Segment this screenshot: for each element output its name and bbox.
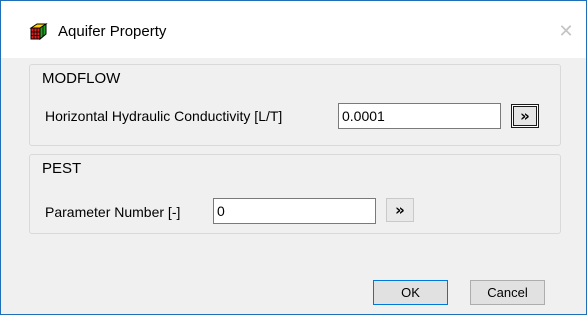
modflow-group-title: MODFLOW <box>42 70 121 88</box>
conductivity-expand-button[interactable]: » <box>511 104 539 128</box>
modflow-group: MODFLOW Horizontal Hydraulic Conductivit… <box>29 64 561 146</box>
close-button[interactable]: ✕ <box>546 11 586 51</box>
dialog-title: Aquifer Property <box>58 23 167 40</box>
horizontal-hydraulic-conductivity-label: Horizontal Hydraulic Conductivity [L/T] <box>45 108 283 124</box>
title-bar[interactable]: Aquifer Property ✕ <box>1 1 586 58</box>
pest-group-title: PEST <box>42 160 82 178</box>
colored-cube-icon <box>29 23 48 41</box>
double-chevron-right-icon: » <box>520 107 530 125</box>
ok-button[interactable]: OK <box>373 280 448 305</box>
pest-group: PEST Parameter Number [-] » <box>29 154 561 234</box>
double-chevron-right-icon: » <box>395 201 405 219</box>
aquifer-property-dialog: Aquifer Property ✕ MODFLOW Horizontal Hy… <box>0 0 587 315</box>
cancel-button[interactable]: Cancel <box>470 280 545 305</box>
parameter-number-expand-button[interactable]: » <box>386 198 414 222</box>
close-icon: ✕ <box>558 20 574 41</box>
horizontal-hydraulic-conductivity-input[interactable] <box>338 103 501 129</box>
parameter-number-label: Parameter Number [-] <box>45 204 181 220</box>
parameter-number-input[interactable] <box>213 198 376 224</box>
